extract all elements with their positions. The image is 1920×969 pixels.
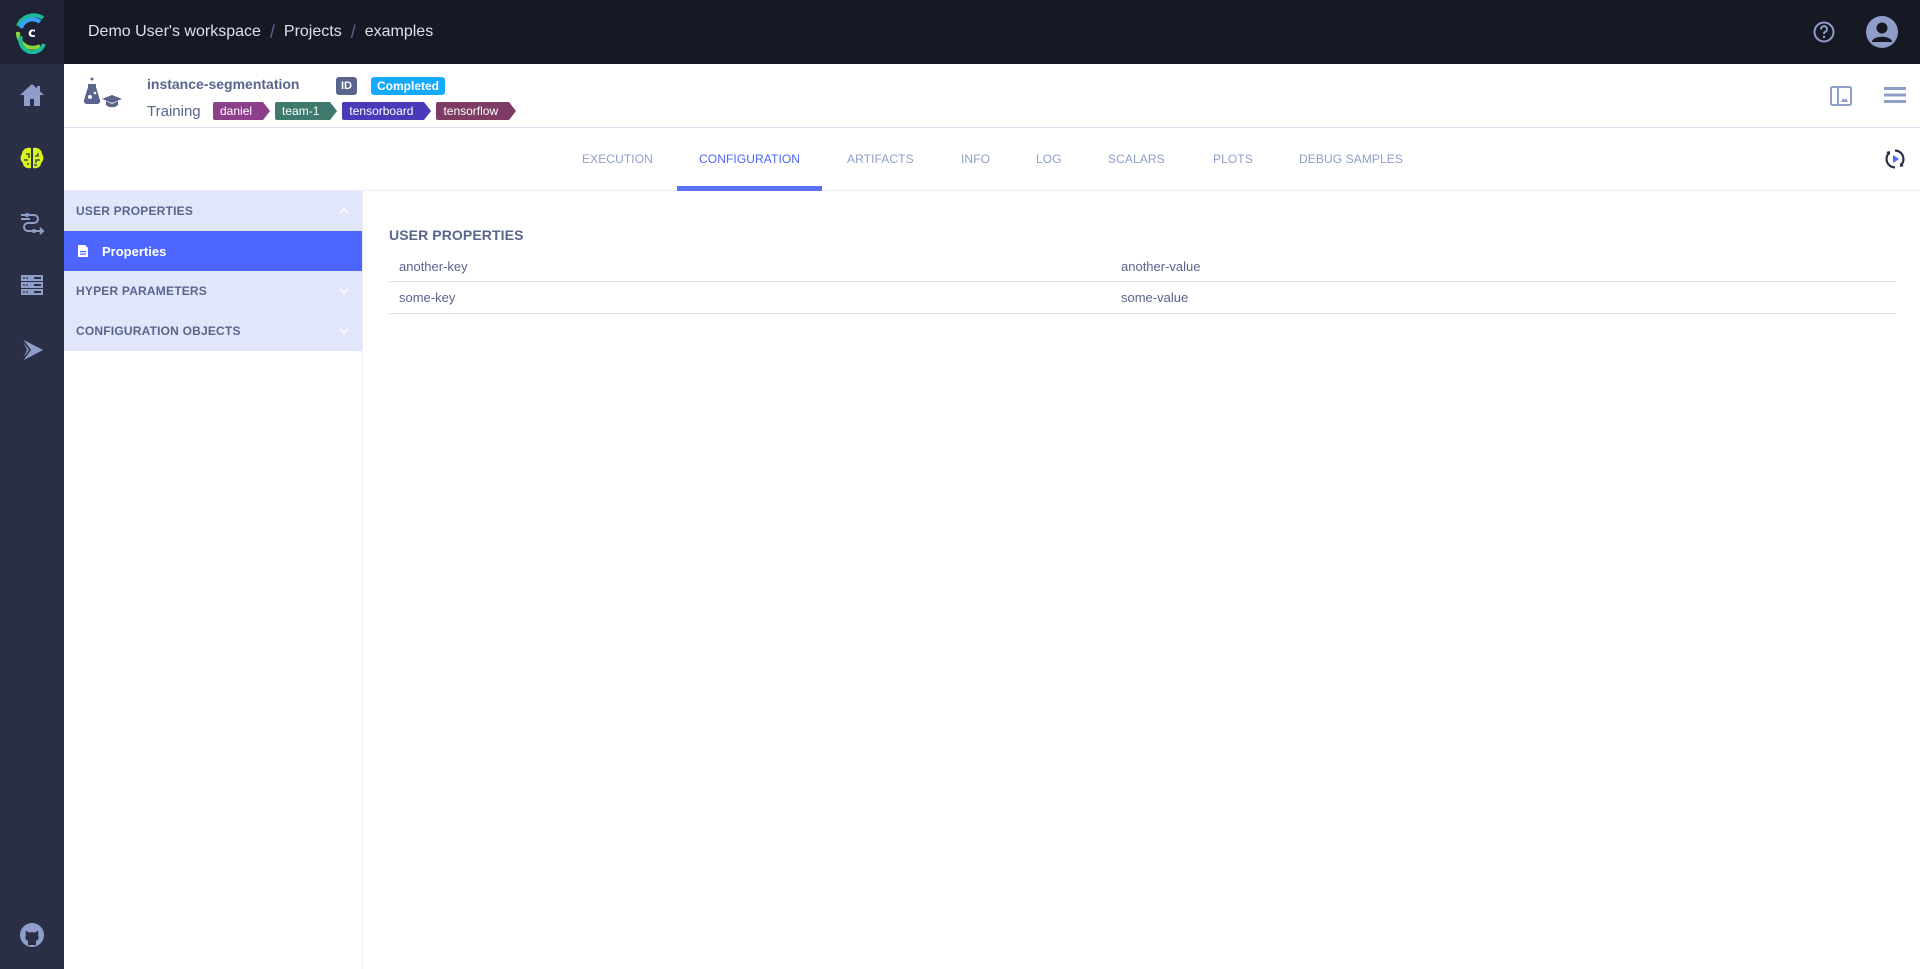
breadcrumb-workspace[interactable]: Demo User's workspace xyxy=(88,23,261,41)
home-icon xyxy=(20,84,44,106)
chevron-down-icon xyxy=(339,328,349,335)
brain-icon xyxy=(20,147,44,169)
content-title: USER PROPERTIES xyxy=(389,227,524,243)
tab-bar: EXECUTION CONFIGURATION ARTIFACTS INFO L… xyxy=(64,128,1920,191)
nav-pipelines[interactable] xyxy=(16,206,48,238)
experiment-name: instance-segmentation xyxy=(147,76,300,92)
tab-execution[interactable]: EXECUTION xyxy=(582,128,653,191)
tab-log[interactable]: LOG xyxy=(1036,128,1062,191)
tag-team-1[interactable]: team-1 xyxy=(275,102,338,120)
auto-refresh-icon[interactable] xyxy=(1884,148,1906,170)
breadcrumb-separator: / xyxy=(350,21,356,42)
tab-configuration[interactable]: CONFIGURATION xyxy=(676,128,823,191)
orchestration-icon xyxy=(21,338,43,362)
tab-info[interactable]: INFO xyxy=(961,128,990,191)
document-icon xyxy=(78,245,88,257)
experiment-header: instance-segmentation ID Completed Train… xyxy=(64,64,1920,128)
datasets-icon xyxy=(21,275,43,295)
breadcrumb: Demo User's workspace / Projects / examp… xyxy=(88,0,433,64)
logo-icon: c xyxy=(16,13,46,54)
user-avatar[interactable] xyxy=(1866,16,1898,48)
property-value: some-value xyxy=(1121,290,1189,305)
training-experiment-icon xyxy=(83,77,122,108)
property-value: another-value xyxy=(1121,258,1201,274)
pipelines-icon xyxy=(21,213,45,235)
github-link[interactable] xyxy=(16,919,48,951)
status-badge: Completed xyxy=(371,77,446,95)
top-bar: Demo User's workspace / Projects / examp… xyxy=(64,0,1920,64)
chevron-down-icon xyxy=(339,288,349,295)
tag-tensorboard[interactable]: tensorboard xyxy=(342,102,432,120)
breadcrumb-separator: / xyxy=(269,21,275,42)
breadcrumb-project[interactable]: examples xyxy=(365,23,433,41)
breadcrumb-projects[interactable]: Projects xyxy=(284,23,342,41)
section-user-properties[interactable]: USER PROPERTIES xyxy=(64,191,362,231)
section-item-label: Properties xyxy=(102,243,167,259)
section-item-properties[interactable]: Properties xyxy=(64,231,362,271)
info-panel-toggle-icon[interactable] xyxy=(1830,86,1852,106)
configuration-nav: USER PROPERTIES Properties HYPER PARAMET… xyxy=(64,191,363,969)
question-circle-icon[interactable] xyxy=(1812,20,1836,44)
id-badge[interactable]: ID xyxy=(336,77,357,95)
nav-experiments[interactable] xyxy=(16,142,48,174)
properties-table: another-key another-value some-key some-… xyxy=(389,251,1896,314)
section-configuration-objects[interactable]: CONFIGURATION OBJECTS xyxy=(64,311,362,351)
tag-daniel[interactable]: daniel xyxy=(213,102,271,120)
tab-scalars[interactable]: SCALARS xyxy=(1108,128,1165,191)
table-row: some-key some-value xyxy=(389,282,1896,314)
nav-datasets[interactable] xyxy=(16,269,48,301)
github-icon xyxy=(20,923,44,947)
hamburger-menu-icon[interactable] xyxy=(1884,86,1906,104)
section-label: HYPER PARAMETERS xyxy=(76,284,207,298)
user-avatar-icon xyxy=(1872,22,1892,42)
property-key: another-key xyxy=(399,258,468,274)
left-nav: c xyxy=(0,0,64,969)
configuration-content: USER PROPERTIES another-key another-valu… xyxy=(389,191,1896,314)
svg-text:c: c xyxy=(28,26,36,41)
tab-artifacts[interactable]: ARTIFACTS xyxy=(847,128,914,191)
property-key: some-key xyxy=(399,290,456,305)
section-label: CONFIGURATION OBJECTS xyxy=(76,324,241,338)
section-label: USER PROPERTIES xyxy=(76,204,194,218)
nav-home[interactable] xyxy=(16,79,48,111)
clearml-logo[interactable]: c xyxy=(0,0,64,64)
tag-tensorflow[interactable]: tensorflow xyxy=(436,102,516,120)
table-row: another-key another-value xyxy=(389,251,1896,282)
section-hyper-parameters[interactable]: HYPER PARAMETERS xyxy=(64,271,362,311)
tab-debug-samples[interactable]: DEBUG SAMPLES xyxy=(1299,128,1403,191)
tags-list: daniel team-1 tensorboard tensorflow xyxy=(213,102,516,120)
chevron-up-icon xyxy=(339,207,349,214)
nav-orchestration[interactable] xyxy=(16,334,48,366)
tab-plots[interactable]: PLOTS xyxy=(1213,128,1253,191)
experiment-type: Training xyxy=(147,103,201,120)
